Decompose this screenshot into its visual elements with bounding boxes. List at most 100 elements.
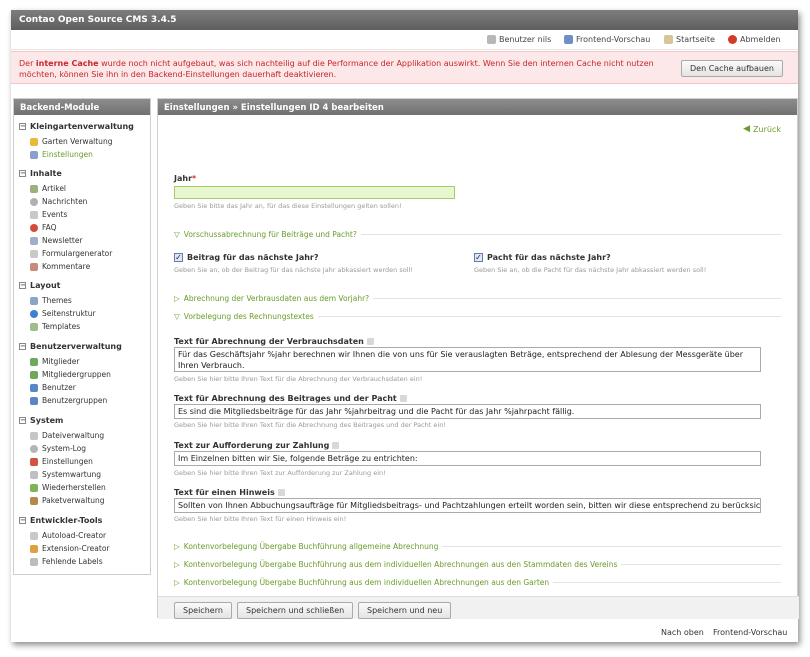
sidebar-item-systemwartung[interactable]: Systemwartung: [30, 470, 101, 479]
save-and-close-button[interactable]: Speichern und schließen: [237, 602, 354, 619]
sidebar-item-extension-creator[interactable]: Extension-Creator: [30, 544, 110, 553]
group-inhalte[interactable]: − Inhalte: [19, 169, 62, 178]
collapse-icon: −: [19, 516, 26, 524]
sidebar-item-wiederherstellen[interactable]: Wiederherstellen: [30, 483, 106, 492]
faq-icon: [30, 223, 38, 232]
sidebar-item-system-log[interactable]: System-Log: [30, 444, 86, 453]
group-label: System: [30, 416, 64, 425]
toggle-icon: ▽: [174, 230, 180, 239]
sidebar-item-label: Extension-Creator: [42, 544, 110, 553]
sidebar-item-paketverwaltung[interactable]: Paketverwaltung: [30, 496, 105, 505]
group-kleingartenverwaltung[interactable]: − Kleingartenverwaltung: [19, 122, 134, 131]
jahr-input[interactable]: [174, 186, 455, 199]
label-text: Text zur Aufforderung zur Zahlung: [174, 441, 330, 450]
sidebar-item-einstellungen-kleingarten[interactable]: Einstellungen: [30, 150, 93, 159]
pacht-checkbox[interactable]: ✓ Pacht für das nächste Jahr?: [474, 253, 611, 262]
legend-label: Vorbelegung des Rechnungstextes: [183, 312, 314, 321]
legend-konten-garten[interactable]: ▷ Kontenvorbelegung Übergabe Buchführung …: [174, 578, 781, 587]
group-layout[interactable]: − Layout: [19, 281, 60, 290]
legend-verbrauchsdaten[interactable]: ▷ Abrechnung der Verbrausdaten aus dem Vo…: [174, 294, 781, 303]
collapse-icon: −: [19, 281, 26, 289]
jahr-label-text: Jahr: [174, 174, 193, 183]
sidebar-item-label: Garten Verwaltung: [42, 137, 113, 146]
app-window: Contao Open Source CMS 3.4.5 Benutzer ni…: [11, 10, 799, 642]
sidebar-item-dateiverwaltung[interactable]: Dateiverwaltung: [30, 431, 104, 440]
text-verbrauch-textarea[interactable]: Für das Geschäftsjahr %jahr berechnen wi…: [174, 347, 761, 372]
preview-label: Frontend-Vorschau: [576, 35, 651, 44]
sidebar-item-fehlende-labels[interactable]: Fehlende Labels: [30, 557, 103, 566]
sidebar-item-mitglieder[interactable]: Mitglieder: [30, 357, 80, 366]
group-label: Layout: [30, 281, 61, 290]
form-submit-bar: Speichern Speichern und schließen Speich…: [158, 596, 799, 619]
sidebar-item-label: Events: [42, 210, 68, 219]
legend-rechnungstext[interactable]: ▽ Vorbelegung des Rechnungstextes: [174, 312, 781, 321]
legend-label: Kontenvorbelegung Übergabe Buchführung a…: [183, 542, 439, 551]
legend-konten-allgemein[interactable]: ▷ Kontenvorbelegung Übergabe Buchführung …: [174, 542, 781, 551]
logout-link[interactable]: Abmelden: [728, 35, 781, 44]
jahr-help: Geben Sie bitte das Jahr an, für das die…: [174, 202, 402, 210]
text-hinweis-textarea[interactable]: Sollten von Ihnen Abbuchungsaufträge für…: [174, 498, 761, 513]
sidebar-item-label: Dateiverwaltung: [42, 431, 105, 440]
member-icon: [30, 357, 38, 366]
save-and-new-button[interactable]: Speichern und neu: [358, 602, 452, 619]
labels-icon: [30, 557, 38, 566]
sidebar-item-benutzergruppen[interactable]: Benutzergruppen: [30, 396, 107, 405]
text-beitrag-textarea[interactable]: Es sind die Mitgliedsbeiträge für das Ja…: [174, 404, 761, 419]
sidebar-item-label: Seitenstruktur: [42, 309, 96, 318]
legend-divider: [373, 298, 781, 299]
sidebar-item-newsletter[interactable]: Newsletter: [30, 236, 83, 245]
app-title: Contao Open Source CMS 3.4.5: [19, 15, 177, 25]
jahr-label: Jahr*: [174, 174, 196, 183]
edit-icon: [277, 489, 285, 496]
sidebar-item-events[interactable]: Events: [30, 210, 67, 219]
sidebar-item-themes[interactable]: Themes: [30, 296, 72, 305]
legend-konten-stammdaten[interactable]: ▷ Kontenvorbelegung Übergabe Buchführung …: [174, 560, 781, 569]
collapse-icon: −: [19, 342, 26, 350]
sidebar-item-label: Benutzergruppen: [42, 396, 108, 405]
group-benutzerverwaltung[interactable]: − Benutzerverwaltung: [19, 342, 122, 351]
sidebar-item-garten-verwaltung[interactable]: Garten Verwaltung: [30, 137, 112, 146]
settings-icon: [30, 457, 38, 466]
beitrag-checkbox[interactable]: ✓ Beitrag für das nächste Jahr?: [174, 253, 319, 262]
sidebar-item-nachrichten[interactable]: Nachrichten: [30, 197, 87, 206]
footer-frontend-preview-link[interactable]: Frontend-Vorschau: [713, 628, 787, 637]
sidebar-title: Backend-Module: [14, 99, 150, 115]
notice-text-post: wurde noch nicht aufgebaut, was sich nac…: [19, 59, 654, 79]
user-link[interactable]: Benutzer nils: [487, 35, 551, 44]
group-label: Benutzerverwaltung: [30, 342, 122, 351]
sidebar-item-templates[interactable]: Templates: [30, 322, 80, 331]
checkbox-checked[interactable]: ✓: [174, 253, 183, 262]
sidebar-item-kommentare[interactable]: Kommentare: [30, 262, 90, 271]
form-icon: [30, 249, 38, 258]
sidebar-item-faq[interactable]: FAQ: [30, 223, 57, 232]
sidebar-item-formulargenerator[interactable]: Formulargenerator: [30, 249, 112, 258]
sidebar-item-autoload-creator[interactable]: Autoload-Creator: [30, 531, 106, 540]
text-verbrauch-label: Text für Abrechnung der Verbrauchsdaten: [174, 337, 374, 346]
build-cache-button[interactable]: Den Cache aufbauen: [681, 60, 783, 77]
sidebar-item-einstellungen-system[interactable]: Einstellungen: [30, 457, 93, 466]
user-navigation: Benutzer nils Frontend-Vorschau Startsei…: [11, 30, 798, 50]
save-button[interactable]: Speichern: [174, 602, 232, 619]
checkbox-checked[interactable]: ✓: [474, 253, 483, 262]
text-zahlung-label: Text zur Aufforderung zur Zahlung: [174, 441, 340, 450]
sidebar-item-mitgliedergruppen[interactable]: Mitgliedergruppen: [30, 370, 111, 379]
back-link[interactable]: ◀ Zurück: [743, 124, 781, 134]
edit-icon: [366, 338, 374, 345]
label-text: Text für Abrechnung der Verbrauchsdaten: [174, 337, 364, 346]
sidebar-item-benutzer[interactable]: Benutzer: [30, 383, 76, 392]
home-link[interactable]: Startseite: [664, 35, 715, 44]
frontend-preview-link[interactable]: Frontend-Vorschau: [564, 35, 650, 44]
group-system[interactable]: − System: [19, 416, 63, 425]
cache-notice-text: Der interne Cache wurde noch nicht aufge…: [19, 58, 669, 80]
group-entwickler-tools[interactable]: − Entwickler-Tools: [19, 516, 102, 525]
text-zahlung-textarea[interactable]: Im Einzelnen bitten wir Sie, folgende Be…: [174, 451, 761, 466]
user-group-icon: [30, 396, 38, 405]
legend-vorschussabrechnung[interactable]: ▽ Vorschussabrechnung für Beiträge und Pa…: [174, 230, 781, 239]
sidebar-item-label: Einstellungen: [42, 150, 93, 159]
sidebar-item-artikel[interactable]: Artikel: [30, 184, 66, 193]
autoload-icon: [30, 531, 38, 540]
article-icon: [30, 184, 38, 193]
back-to-top-link[interactable]: Nach oben: [661, 628, 704, 637]
sidebar-item-seitenstruktur[interactable]: Seitenstruktur: [30, 309, 96, 318]
user-icon: [487, 35, 496, 44]
